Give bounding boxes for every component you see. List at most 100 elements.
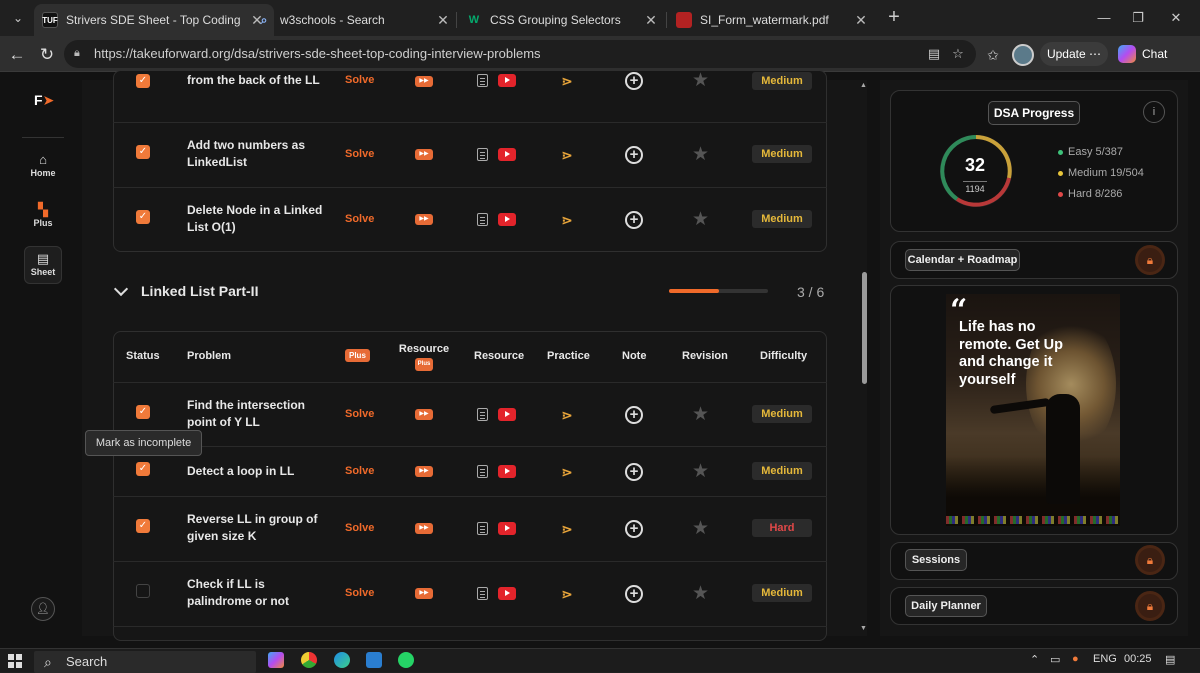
tab-strivers[interactable]: TUF Strivers SDE Sheet - Top Coding In ✕ bbox=[34, 4, 274, 36]
close-tab-icon[interactable]: ✕ bbox=[642, 12, 660, 29]
lock-icon[interactable]: 🔒︎ bbox=[1138, 548, 1162, 572]
solve-link[interactable]: Solve bbox=[345, 587, 374, 599]
article-icon[interactable] bbox=[477, 408, 488, 421]
article-icon[interactable] bbox=[477, 587, 488, 600]
url-text[interactable]: https://takeuforward.org/dsa/strivers-sd… bbox=[94, 46, 541, 61]
practice-icon[interactable]: ⋗ bbox=[561, 408, 573, 422]
copilot-taskbar-icon[interactable] bbox=[268, 652, 284, 668]
practice-icon[interactable]: ⋗ bbox=[561, 148, 573, 162]
problem-name[interactable]: Check if LL is palindrome or not bbox=[187, 576, 327, 610]
status-checkbox[interactable]: ✓ bbox=[136, 462, 150, 476]
add-note-icon[interactable]: + bbox=[625, 72, 643, 90]
lock-icon[interactable]: 🔒︎ bbox=[1138, 248, 1162, 272]
add-note-icon[interactable]: + bbox=[625, 146, 643, 164]
scroll-down-icon[interactable]: ▼ bbox=[860, 625, 867, 632]
site-info-icon[interactable]: 🔒︎ bbox=[74, 47, 88, 61]
problem-name[interactable]: Detect a loop in LL bbox=[187, 463, 327, 480]
youtube-icon[interactable] bbox=[498, 74, 516, 87]
tab-w3schools[interactable]: ⌕ w3schools - Search ✕ bbox=[248, 4, 460, 36]
solve-link[interactable]: Solve bbox=[345, 213, 374, 225]
copilot-chat-button[interactable]: Chat bbox=[1114, 42, 1180, 66]
reader-mode-icon[interactable]: ▤ bbox=[924, 44, 944, 64]
add-note-icon[interactable]: + bbox=[625, 211, 643, 229]
article-icon[interactable] bbox=[477, 148, 488, 161]
daily-planner-label[interactable]: Daily Planner bbox=[905, 595, 987, 617]
status-checkbox[interactable]: ✓ bbox=[136, 210, 150, 224]
close-tab-icon[interactable]: ✕ bbox=[852, 12, 870, 29]
close-window-icon[interactable]: ✕ bbox=[1162, 6, 1190, 30]
favorites-icon[interactable]: ✩ bbox=[982, 44, 1004, 66]
revision-star-icon[interactable]: ★ bbox=[692, 145, 709, 164]
tab-css-grouping[interactable]: W CSS Grouping Selectors ✕ bbox=[458, 4, 668, 36]
plus-resource-icon[interactable]: ▶▶ bbox=[415, 466, 433, 477]
scrollbar-thumb[interactable] bbox=[862, 272, 867, 384]
user-avatar-icon[interactable]: 👤︎ bbox=[31, 597, 55, 621]
info-icon[interactable]: i bbox=[1143, 101, 1165, 123]
notifications-icon[interactable]: ▤ bbox=[1165, 653, 1175, 666]
revision-star-icon[interactable]: ★ bbox=[692, 71, 709, 90]
lang-indicator[interactable]: ENG bbox=[1093, 653, 1117, 665]
solve-link[interactable]: Solve bbox=[345, 74, 374, 86]
status-checkbox[interactable]: ✓ bbox=[136, 405, 150, 419]
back-icon[interactable]: ← bbox=[4, 42, 30, 68]
sessions-label[interactable]: Sessions bbox=[905, 549, 967, 571]
problem-name[interactable]: Add two numbers as LinkedList bbox=[187, 137, 327, 171]
plus-resource-icon[interactable]: ▶▶ bbox=[415, 149, 433, 160]
lock-icon[interactable]: 🔒︎ bbox=[1138, 594, 1162, 618]
status-checkbox[interactable]: ✓ bbox=[136, 145, 150, 159]
section-title[interactable]: Linked List Part-II bbox=[141, 283, 258, 299]
revision-star-icon[interactable]: ★ bbox=[692, 584, 709, 603]
add-note-icon[interactable]: + bbox=[625, 406, 643, 424]
article-icon[interactable] bbox=[477, 74, 488, 87]
plus-resource-icon[interactable]: ▶▶ bbox=[415, 409, 433, 420]
youtube-icon[interactable] bbox=[498, 465, 516, 478]
revision-star-icon[interactable]: ★ bbox=[692, 405, 709, 424]
scroll-up-icon[interactable]: ▲ bbox=[860, 82, 867, 89]
tuf-logo[interactable]: F➤ bbox=[34, 92, 54, 109]
add-note-icon[interactable]: + bbox=[625, 520, 643, 538]
tab-pdf[interactable]: SI_Form_watermark.pdf ✕ bbox=[668, 4, 878, 36]
refresh-icon[interactable]: ↻ bbox=[34, 42, 60, 68]
youtube-icon[interactable] bbox=[498, 408, 516, 421]
article-icon[interactable] bbox=[477, 465, 488, 478]
calendar-roadmap-label[interactable]: Calendar + Roadmap bbox=[905, 249, 1020, 271]
practice-icon[interactable]: ⋗ bbox=[561, 522, 573, 536]
chrome-taskbar-icon[interactable] bbox=[301, 652, 317, 668]
plus-resource-icon[interactable]: ▶▶ bbox=[415, 214, 433, 225]
profile-avatar[interactable] bbox=[1012, 44, 1034, 66]
practice-icon[interactable]: ⋗ bbox=[561, 465, 573, 479]
close-tab-icon[interactable]: ✕ bbox=[434, 12, 452, 29]
plus-resource-icon[interactable]: ▶▶ bbox=[415, 76, 433, 87]
plus-resource-icon[interactable]: ▶▶ bbox=[415, 588, 433, 599]
edge-taskbar-icon[interactable] bbox=[334, 652, 350, 668]
youtube-icon[interactable] bbox=[498, 587, 516, 600]
vscode-taskbar-icon[interactable] bbox=[366, 652, 382, 668]
taskbar-search[interactable]: ⌕ Search bbox=[34, 651, 256, 673]
practice-icon[interactable]: ⋗ bbox=[561, 74, 573, 88]
status-checkbox[interactable]: ✓ bbox=[136, 74, 150, 88]
plus-resource-icon[interactable]: ▶▶ bbox=[415, 523, 433, 534]
add-note-icon[interactable]: + bbox=[625, 585, 643, 603]
restore-icon[interactable]: ❐ bbox=[1124, 6, 1152, 30]
problem-name[interactable]: Delete Node in a Linked List O(1) bbox=[187, 202, 327, 236]
youtube-icon[interactable] bbox=[498, 148, 516, 161]
clock[interactable]: 00:25 bbox=[1124, 653, 1152, 665]
tray-chevron-icon[interactable]: ⌃ bbox=[1030, 653, 1039, 666]
revision-star-icon[interactable]: ★ bbox=[692, 519, 709, 538]
tab-actions-menu-icon[interactable]: ⌄ bbox=[4, 6, 32, 30]
solve-link[interactable]: Solve bbox=[345, 148, 374, 160]
whatsapp-taskbar-icon[interactable] bbox=[398, 652, 414, 668]
revision-star-icon[interactable]: ★ bbox=[692, 462, 709, 481]
status-checkbox[interactable] bbox=[136, 584, 150, 598]
favorite-star-icon[interactable]: ☆ bbox=[948, 44, 968, 64]
solve-link[interactable]: Solve bbox=[345, 408, 374, 420]
solve-link[interactable]: Solve bbox=[345, 465, 374, 477]
problem-name[interactable]: from the back of the LL bbox=[187, 72, 327, 106]
sidebar-item-sheet[interactable]: ▤ Sheet bbox=[24, 246, 62, 284]
windows-start-icon[interactable] bbox=[8, 654, 22, 668]
practice-icon[interactable]: ⋗ bbox=[561, 213, 573, 227]
status-checkbox[interactable]: ✓ bbox=[136, 519, 150, 533]
article-icon[interactable] bbox=[477, 213, 488, 226]
sidebar-item-home[interactable]: ⌂ Home bbox=[24, 148, 62, 186]
solve-link[interactable]: Solve bbox=[345, 522, 374, 534]
